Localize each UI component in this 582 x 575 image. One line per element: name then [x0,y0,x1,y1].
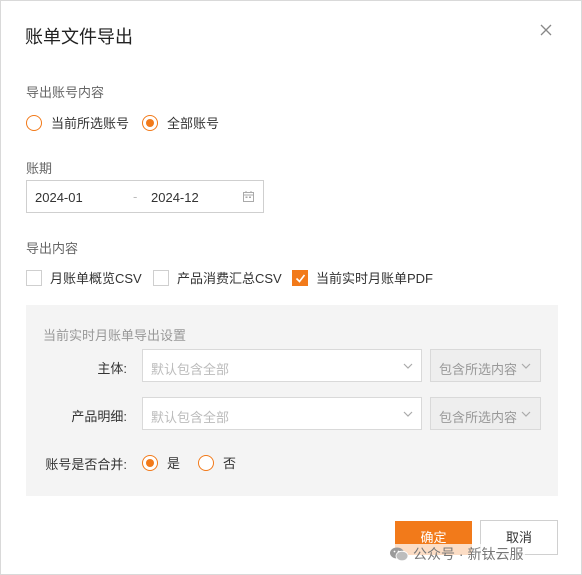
radio-label: 否 [223,456,237,471]
checkbox-icon [26,269,42,286]
checkbox-label: 产品消费汇总CSV [177,271,282,286]
period-start[interactable]: 2024-01 [35,190,83,205]
entity-mode-value: 包含所选内容 [439,362,518,377]
product-placeholder: 默认包含全部 [151,410,230,425]
period-label: 账期 [26,161,53,176]
checkbox-label: 当前实时月账单PDF [316,271,434,286]
dialog-title: 账单文件导出 [25,27,133,47]
radio-circle-icon [198,454,214,471]
checkbox-monthly-overview-csv[interactable]: 月账单概览CSV [26,268,142,287]
period-separator: - [133,189,138,204]
panel-title: 当前实时月账单导出设置 [43,328,187,343]
entity-label: 主体: [97,361,127,376]
chevron-down-icon [521,411,531,417]
radio-checked-icon [142,454,158,471]
radio-merge-no[interactable]: 否 [198,453,236,472]
radio-checked-icon [142,114,158,131]
radio-all-accounts[interactable]: 全部账号 [142,113,219,132]
wechat-icon [390,547,409,562]
radio-circle-icon [26,114,42,131]
period-range-picker[interactable]: 2024-01 - 2024-12 [26,180,264,213]
export-content-label: 导出内容 [26,241,79,256]
account-scope-label: 导出账号内容 [26,85,105,100]
radio-label: 是 [167,456,181,471]
checkbox-realtime-pdf[interactable]: 当前实时月账单PDF [292,268,433,287]
entity-mode-select[interactable]: 包含所选内容 [430,349,541,382]
watermark: 公众号 · 新钛云服 [387,544,526,564]
chevron-down-icon [403,411,413,417]
entity-placeholder: 默认包含全部 [151,362,230,377]
product-mode-value: 包含所选内容 [439,410,518,425]
product-mode-select[interactable]: 包含所选内容 [430,397,541,430]
radio-current-account[interactable]: 当前所选账号 [26,113,129,132]
radio-label: 当前所选账号 [51,116,130,131]
export-bill-dialog: 账单文件导出 导出账号内容 当前所选账号 全部账号 账期 2024-01 - 2… [0,0,582,575]
checkmark-icon [292,269,308,286]
entity-select[interactable]: 默认包含全部 [142,349,422,382]
pdf-settings-panel: 当前实时月账单导出设置 主体: 默认包含全部 包含所选内容 产品明细: 默认包含… [26,305,558,496]
radio-merge-yes[interactable]: 是 [142,453,180,472]
checkbox-product-summary-csv[interactable]: 产品消费汇总CSV [153,268,282,287]
product-select[interactable]: 默认包含全部 [142,397,422,430]
chevron-down-icon [403,363,413,369]
radio-label: 全部账号 [167,116,220,131]
merge-label: 账号是否合并: [45,457,127,472]
checkbox-label: 月账单概览CSV [50,271,142,286]
calendar-icon[interactable] [243,191,254,202]
chevron-down-icon [521,363,531,369]
period-end[interactable]: 2024-12 [151,190,199,205]
checkbox-icon [153,269,169,286]
close-icon[interactable] [538,22,554,38]
watermark-text: 公众号 · 新钛云服 [413,546,524,562]
product-label: 产品明细: [71,409,127,424]
